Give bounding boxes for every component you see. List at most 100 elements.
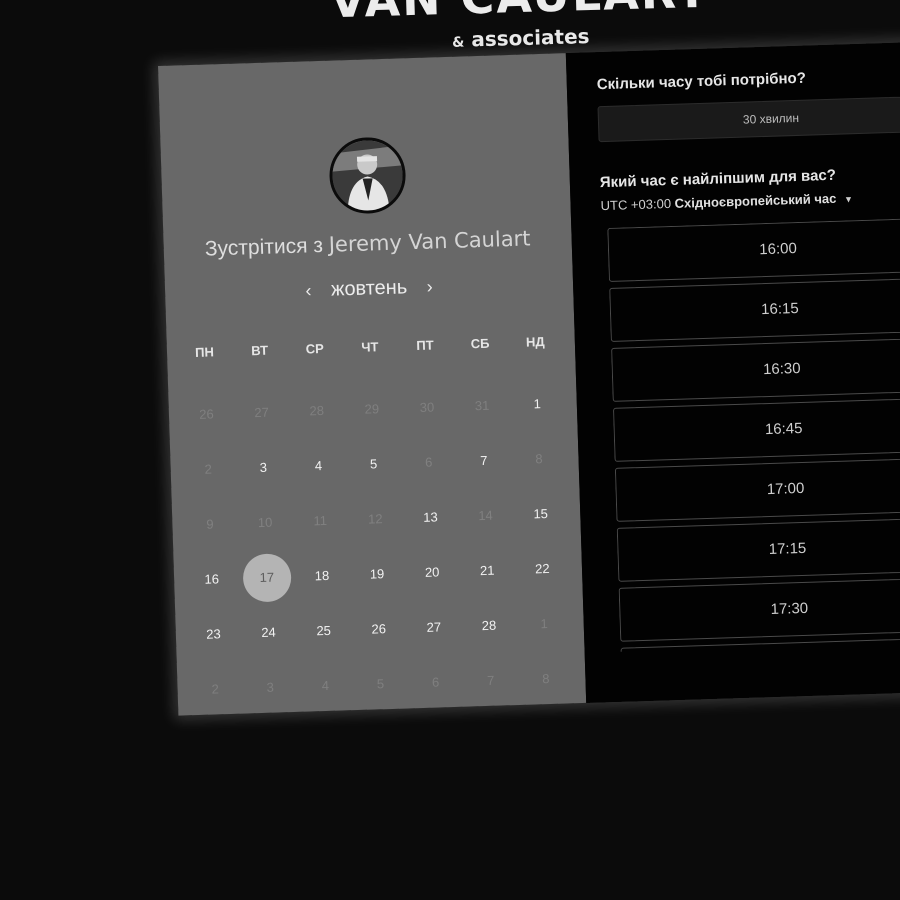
duration-select[interactable]: 30 хвилин bbox=[597, 95, 900, 143]
calendar-day-label: 3 bbox=[259, 459, 268, 475]
weekday-label: ВТ bbox=[250, 342, 269, 359]
calendar-day: 11 bbox=[292, 492, 349, 549]
calendar-day[interactable]: 24 bbox=[240, 604, 297, 661]
time-slot-button[interactable]: 16:15 bbox=[609, 277, 900, 342]
timezone-offset: UTC +03:00 bbox=[600, 195, 672, 214]
calendar-day: 1 bbox=[516, 595, 573, 652]
calendar-day-selected[interactable]: 17 bbox=[238, 549, 295, 606]
brand-header: VAN CAULART & associates bbox=[319, 0, 721, 56]
time-slot-list: 16:00 16:15 16:30 16:45 17:00 17:15 17:30 bbox=[607, 217, 900, 652]
weekday-label: СР bbox=[305, 340, 325, 357]
calendar-day-label: 26 bbox=[371, 621, 387, 637]
caret-down-icon: ▼ bbox=[843, 194, 854, 205]
calendar-day[interactable]: 16 bbox=[183, 551, 240, 608]
calendar-day-label: 11 bbox=[313, 512, 328, 529]
calendar-panel: Зустрітися з Jeremy Van Caulart ‹ жовтен… bbox=[158, 53, 587, 717]
time-slot-button[interactable]: 16:00 bbox=[607, 217, 900, 282]
time-slot-button[interactable]: 17:15 bbox=[616, 517, 900, 582]
calendar-day-label: 7 bbox=[479, 452, 488, 469]
host-name: Jeremy Van Caulart bbox=[328, 226, 531, 257]
calendar-day[interactable]: 25 bbox=[295, 602, 352, 659]
month-navigation: ‹ жовтень › bbox=[165, 271, 574, 307]
calendar-day[interactable]: 21 bbox=[459, 542, 516, 599]
calendar-day-label: 16 bbox=[204, 571, 220, 587]
calendar-day: 2 bbox=[180, 441, 237, 498]
calendar-day[interactable]: 26 bbox=[350, 600, 407, 657]
calendar-day-label: 25 bbox=[316, 622, 332, 639]
calendar-day[interactable]: 7 bbox=[455, 432, 512, 489]
calendar-day[interactable]: 1 bbox=[509, 375, 566, 432]
calendar-day-label: 7 bbox=[486, 672, 495, 688]
calendar-day-label: 17 bbox=[242, 552, 292, 603]
calendar-day[interactable]: 5 bbox=[345, 436, 402, 493]
calendar-day: 30 bbox=[399, 379, 456, 436]
calendar-day: 10 bbox=[237, 494, 294, 551]
calendar-day[interactable]: 13 bbox=[402, 489, 459, 546]
calendar-day-label: 1 bbox=[540, 616, 548, 632]
calendar-day: 28 bbox=[288, 382, 345, 439]
brand-subtitle-amp: & bbox=[451, 34, 465, 51]
calendar-day-label: 4 bbox=[314, 458, 323, 474]
weekday-label: НД bbox=[525, 333, 545, 350]
calendar-day-label: 2 bbox=[211, 681, 220, 697]
calendar-day-label: 31 bbox=[474, 397, 490, 414]
calendar-day[interactable]: 27 bbox=[405, 599, 462, 656]
timezone-name: Східноєвропейський час bbox=[674, 190, 837, 211]
calendar-day-label: 21 bbox=[479, 562, 495, 579]
calendar-day: 7 bbox=[462, 652, 519, 709]
meet-prefix: Зустрітися з bbox=[204, 233, 324, 261]
calendar-day-label: 27 bbox=[254, 404, 270, 421]
calendar-day: 27 bbox=[233, 384, 290, 441]
calendar-day-label: 29 bbox=[364, 401, 380, 417]
time-slot-button[interactable]: 17:00 bbox=[614, 457, 900, 522]
calendar-day: 31 bbox=[454, 377, 511, 434]
calendar-day: 12 bbox=[347, 491, 404, 548]
calendar-day-label: 26 bbox=[199, 406, 214, 422]
calendar-day: 4 bbox=[297, 657, 354, 714]
weekday-label: ПТ bbox=[416, 337, 434, 354]
calendar-day[interactable]: 4 bbox=[290, 437, 347, 494]
timezone-selector[interactable]: UTC +03:00 Східноєвропейський час ▼ bbox=[600, 190, 853, 213]
calendar-day-label: 14 bbox=[478, 507, 494, 524]
calendar-day-label: 20 bbox=[424, 564, 440, 580]
calendar-day[interactable]: 19 bbox=[349, 546, 406, 603]
calendar-day-label: 28 bbox=[481, 617, 497, 634]
calendar-day[interactable]: 23 bbox=[185, 606, 242, 663]
time-slot-button[interactable]: 16:45 bbox=[612, 397, 900, 462]
calendar-day[interactable]: 20 bbox=[404, 544, 461, 601]
calendar-day: 8 bbox=[511, 430, 568, 487]
calendar-day-label: 5 bbox=[376, 676, 385, 692]
brand-subtitle-text: associates bbox=[470, 24, 590, 52]
calendar-day-label: 12 bbox=[367, 511, 383, 527]
calendar-day-label: 6 bbox=[424, 454, 433, 470]
time-slot-button[interactable]: 16:30 bbox=[611, 337, 900, 402]
time-question: Який час є найліпшим для вас? bbox=[599, 166, 837, 192]
time-slot-button[interactable]: 17:30 bbox=[618, 577, 900, 642]
calendar-day-label: 10 bbox=[257, 514, 273, 531]
meet-heading: Зустрітися з Jeremy Van Caulart bbox=[163, 225, 572, 263]
calendar-day-label: 24 bbox=[261, 624, 277, 641]
calendar-day-label: 8 bbox=[541, 671, 550, 687]
weekday-header: ПН ВТ СР ЧТ ПТ СБ НД bbox=[177, 333, 563, 360]
weekday-label: ЧТ bbox=[361, 339, 379, 355]
booking-card: Зустрітися з Jeremy Van Caulart ‹ жовтен… bbox=[158, 38, 900, 717]
calendar-day-label: 4 bbox=[321, 677, 330, 694]
calendar-day[interactable]: 3 bbox=[235, 439, 292, 496]
calendar-day[interactable]: 18 bbox=[294, 547, 351, 604]
calendar-day[interactable]: 15 bbox=[512, 485, 569, 542]
calendar-day-label: 27 bbox=[426, 619, 442, 635]
calendar-day: 26 bbox=[178, 386, 235, 443]
chevron-right-icon[interactable]: › bbox=[412, 276, 447, 297]
chevron-left-icon[interactable]: ‹ bbox=[291, 280, 326, 301]
calendar-day-label: 13 bbox=[422, 509, 438, 525]
calendar-day: 3 bbox=[242, 659, 299, 716]
weekday-label: ПН bbox=[194, 344, 215, 360]
calendar-day[interactable]: 28 bbox=[461, 597, 518, 654]
calendar-grid: 26 27 28 29 30 31 1 2 3 4 5 6 7 8 9 10 11 12 13 14 15 16 17 18 1… bbox=[178, 375, 574, 717]
calendar-day: 2 bbox=[187, 661, 244, 718]
calendar-day-label: 30 bbox=[419, 399, 435, 415]
booking-page: VAN CAULART & associates Зустрітися з Je… bbox=[0, 0, 900, 900]
calendar-day-label: 28 bbox=[309, 402, 325, 419]
calendar-day[interactable]: 22 bbox=[514, 540, 571, 597]
weekday-label: СБ bbox=[470, 335, 490, 352]
